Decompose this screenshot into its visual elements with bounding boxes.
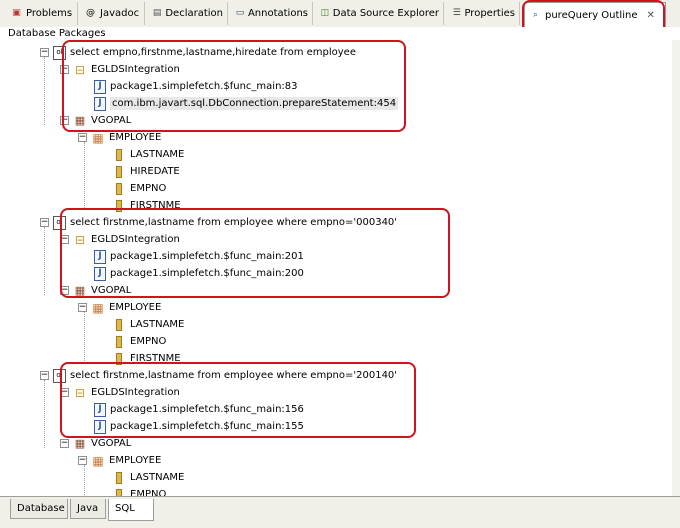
column-icon <box>116 165 122 178</box>
data-source-icon: ◫ <box>320 8 330 18</box>
table-node[interactable]: − ▦ EMPLOYEE <box>78 452 161 469</box>
column-node[interactable]: EMPNO <box>116 486 166 496</box>
column-label: LASTNAME <box>130 472 185 483</box>
tree-guide-line <box>84 465 85 496</box>
column-label: LASTNAME <box>130 149 185 160</box>
column-node[interactable]: EMPNO <box>116 333 166 350</box>
table-label: EMPLOYEE <box>109 455 162 466</box>
tab-declaration[interactable]: ▤ Declaration <box>148 2 228 25</box>
column-node[interactable]: LASTNAME <box>116 146 184 163</box>
tab-problems[interactable]: ▣ Problems <box>6 2 78 25</box>
tab-sql[interactable]: SQL <box>108 499 154 521</box>
column-icon <box>116 488 122 496</box>
table-icon: ▦ <box>92 130 104 145</box>
annotations-icon: ▭ <box>235 8 245 18</box>
view-tab-bar: ▣ Problems @ Javadoc ▤ Declaration ▭ Ann… <box>0 0 680 37</box>
column-icon <box>116 148 122 161</box>
tree-guide-line <box>44 380 45 448</box>
tab-database[interactable]: Database <box>10 499 68 519</box>
collapse-toggle-icon[interactable]: − <box>40 371 49 380</box>
column-label: EMPNO <box>130 183 167 194</box>
column-icon <box>116 335 122 348</box>
tab-javadoc[interactable]: @ Javadoc <box>80 2 145 25</box>
declaration-icon: ▤ <box>152 8 162 18</box>
column-icon <box>116 318 122 331</box>
column-node[interactable]: LASTNAME <box>116 469 184 486</box>
collapse-toggle-icon[interactable]: − <box>78 456 87 465</box>
vertical-scrollbar[interactable] <box>672 40 680 496</box>
collapse-toggle-icon[interactable]: − <box>40 48 49 57</box>
tab-properties[interactable]: ☰ Properties <box>448 2 520 25</box>
table-label: EMPLOYEE <box>109 302 162 313</box>
collapse-toggle-icon[interactable]: − <box>60 439 69 448</box>
column-label: HIREDATE <box>130 166 180 177</box>
tree-guide-line <box>44 227 45 295</box>
tree-guide-line <box>44 57 45 125</box>
collapse-toggle-icon[interactable]: − <box>78 133 87 142</box>
tree-guide-line <box>84 312 85 363</box>
outline-tree: − ol select empno,firstnme,lastname,hireda… <box>0 40 672 496</box>
tab-annotations[interactable]: ▭ Annotations <box>231 2 313 25</box>
tab-label: Javadoc <box>100 8 140 19</box>
schema-label: VGOPAL <box>91 438 132 449</box>
highlight-box-statement <box>60 362 416 438</box>
at-icon: @ <box>86 8 95 18</box>
bottom-tab-bar: Database Java SQL <box>0 496 680 528</box>
tab-label: Properties <box>464 8 515 19</box>
tab-label: Problems <box>26 8 73 19</box>
table-label: EMPLOYEE <box>109 132 162 143</box>
column-node[interactable]: LASTNAME <box>116 316 184 333</box>
column-label: LASTNAME <box>130 319 185 330</box>
column-icon <box>116 471 122 484</box>
table-icon: ▦ <box>92 453 104 468</box>
tab-label: Data Source Explorer <box>332 8 439 19</box>
table-icon: ▦ <box>92 300 104 315</box>
column-node[interactable]: EMPNO <box>116 180 166 197</box>
table-node[interactable]: − ▦ EMPLOYEE <box>78 299 161 316</box>
view-title: Database Packages <box>0 27 680 40</box>
problems-icon: ▣ <box>12 8 21 18</box>
collapse-toggle-icon[interactable]: − <box>40 218 49 227</box>
collapse-toggle-icon[interactable]: − <box>78 303 87 312</box>
column-label: EMPNO <box>130 489 167 496</box>
tree-guide-line <box>84 142 85 210</box>
tab-label: Annotations <box>247 8 308 19</box>
column-icon <box>116 182 122 195</box>
highlight-box-statement <box>60 208 450 298</box>
highlight-box-statement <box>62 40 406 132</box>
tab-data-source-explorer[interactable]: ◫ Data Source Explorer <box>316 2 444 25</box>
column-label: EMPNO <box>130 336 167 347</box>
tab-label: Declaration <box>165 8 223 19</box>
schema-icon: ▦ <box>74 437 86 450</box>
column-node[interactable]: HIREDATE <box>116 163 180 180</box>
properties-icon: ☰ <box>452 8 461 18</box>
tab-java[interactable]: Java <box>70 499 106 519</box>
